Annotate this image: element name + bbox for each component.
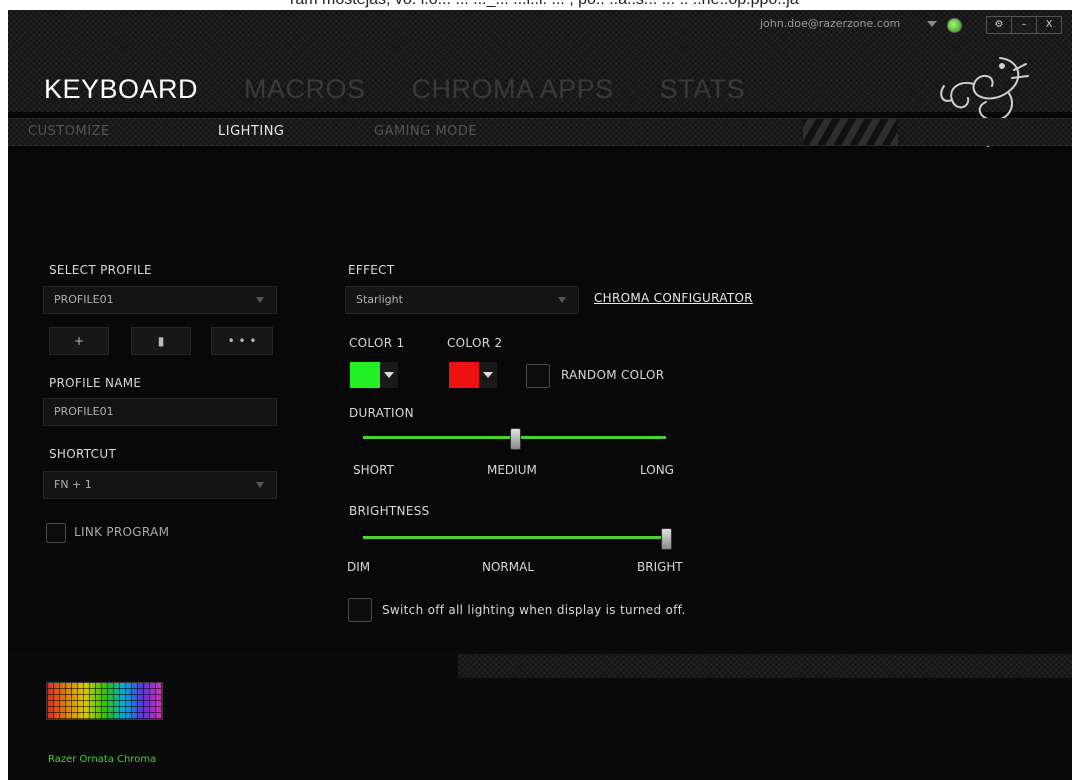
profile-name-label: PROFILE NAME (49, 376, 142, 390)
user-email[interactable]: john.doe@razerzone.com (760, 17, 900, 30)
shortcut-select[interactable]: FN + 1 (43, 471, 277, 499)
profile-select[interactable]: PROFILE01 (43, 286, 277, 314)
random-color-label: RANDOM COLOR (561, 368, 665, 382)
nav-stats[interactable]: STATS (660, 74, 746, 105)
profile-name-value: PROFILE01 (54, 405, 114, 418)
link-program-checkbox[interactable] (46, 523, 66, 543)
chevron-down-icon (558, 297, 566, 303)
profile-name-input[interactable]: PROFILE01 (43, 398, 277, 426)
select-profile-label: SELECT PROFILE (49, 263, 152, 277)
header: john.doe@razerzone.com ⚙ – X KEYBOARD MA… (8, 10, 1072, 112)
duration-medium-label: MEDIUM (487, 463, 537, 477)
color2-swatch (449, 362, 479, 388)
brightness-dim-label: DIM (347, 560, 371, 574)
effect-select[interactable]: Starlight (345, 286, 579, 314)
color1-swatch (350, 362, 380, 388)
brightness-bright-label: BRIGHT (637, 560, 683, 574)
color2-label: COLOR 2 (447, 336, 503, 350)
nav-macros[interactable]: MACROS (244, 74, 366, 105)
color1-label: COLOR 1 (349, 336, 405, 350)
nav-keyboard[interactable]: KEYBOARD (44, 74, 198, 105)
decorative-stripes (803, 119, 898, 145)
brightness-slider[interactable] (363, 536, 666, 539)
minimize-button[interactable]: – (1012, 17, 1037, 33)
switch-off-lighting-label: Switch off all lighting when display is … (382, 603, 686, 617)
nav-chroma-apps[interactable]: CHROMA APPS (412, 74, 614, 105)
brightness-slider-thumb[interactable] (661, 528, 672, 550)
duration-slider-thumb[interactable] (509, 428, 521, 450)
add-profile-button[interactable]: + (49, 327, 109, 355)
shortcut-value: FN + 1 (54, 478, 92, 491)
synapse-window: john.doe@razerzone.com ⚙ – X KEYBOARD MA… (8, 10, 1072, 780)
more-profile-options-button[interactable]: • • • (211, 327, 273, 355)
random-color-checkbox[interactable] (526, 364, 550, 388)
color2-picker[interactable] (449, 362, 497, 388)
page-top-text: ram mostejas, vo. i.o... ... ..._... ...… (0, 0, 1076, 10)
switch-off-lighting-checkbox[interactable] (348, 598, 372, 622)
brightness-normal-label: NORMAL (482, 560, 535, 574)
main-nav: KEYBOARD MACROS CHROMA APPS STATS (44, 74, 791, 105)
chevron-down-icon (256, 297, 264, 303)
tab-lighting[interactable]: LIGHTING (218, 124, 285, 139)
duration-short-label: SHORT (353, 463, 394, 477)
duration-label: DURATION (349, 406, 414, 420)
brightness-label: BRIGHTNESS (349, 504, 430, 518)
device-name: Razer Ornata Chroma (48, 754, 157, 765)
shortcut-label: SHORTCUT (49, 447, 117, 461)
tab-gaming-mode[interactable]: GAMING MODE (374, 124, 477, 139)
profile-select-value: PROFILE01 (54, 293, 114, 306)
footer-decor-strip (458, 654, 1072, 678)
keyboard-thumbnail[interactable] (46, 682, 163, 720)
sub-nav: CUSTOMIZE LIGHTING GAMING MODE (8, 118, 1072, 146)
window-controls: ⚙ – X (986, 16, 1062, 34)
link-program-label: LINK PROGRAM (74, 525, 170, 539)
tab-customize[interactable]: CUSTOMIZE (28, 124, 110, 139)
chevron-down-icon (256, 482, 264, 488)
settings-button[interactable]: ⚙ (987, 17, 1012, 33)
user-dropdown-icon[interactable] (927, 21, 937, 27)
effect-value: Starlight (356, 293, 403, 306)
page-top-text-content: ram mostejas, vo. i.o... ... ..._... ...… (290, 0, 799, 9)
duration-long-label: LONG (640, 463, 674, 477)
color1-picker[interactable] (350, 362, 398, 388)
chevron-down-icon (479, 362, 497, 388)
chroma-configurator-link[interactable]: CHROMA CONFIGURATOR (594, 291, 753, 305)
close-button[interactable]: X (1037, 17, 1061, 33)
online-status-icon (947, 18, 962, 33)
chevron-down-icon (380, 362, 398, 388)
effect-label: EFFECT (348, 263, 395, 277)
delete-profile-button[interactable]: ▮ (131, 327, 191, 355)
